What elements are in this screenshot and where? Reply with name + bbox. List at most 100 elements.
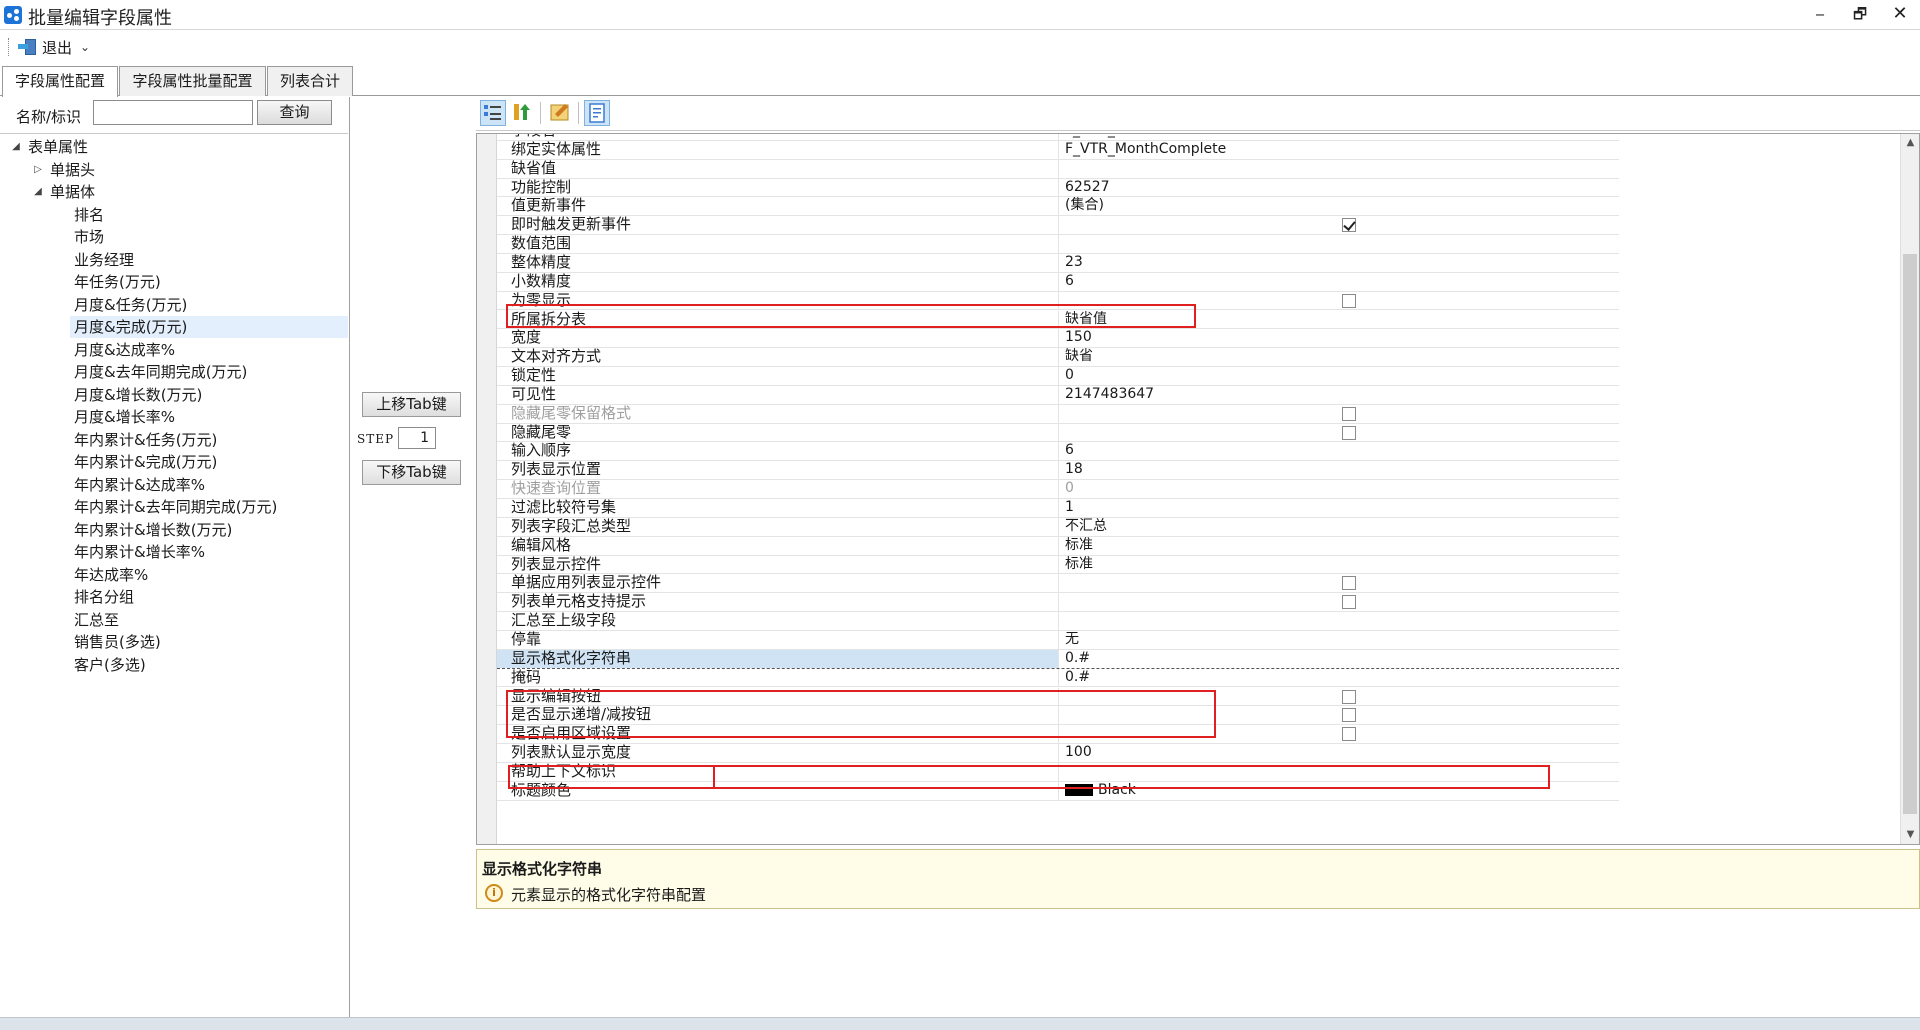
property-row[interactable]: 宽度 150 [497,329,1619,349]
property-row[interactable]: 所属拆分表 缺省值 [497,310,1620,330]
expand-arrow-icon[interactable]: ▷ [32,159,44,181]
property-row[interactable]: 编辑风格 标准 [497,536,1619,556]
property-value[interactable] [1060,235,1620,253]
tree-node[interactable]: ▷ 单据头 [32,159,348,181]
property-checkbox[interactable] [1342,708,1356,723]
property-checkbox[interactable] [1342,576,1356,591]
property-value[interactable]: 6 [1060,442,1620,460]
property-row[interactable]: 显示格式化字符串 0.# [497,649,1620,669]
tree-node[interactable]: 年任务(万元) [70,271,348,293]
property-row[interactable]: 缺省值 [497,159,1620,179]
maximize-button[interactable]: 🗗 [1840,0,1880,30]
property-row[interactable]: 小数精度 6 [497,272,1620,292]
tab-field-property-batch-config[interactable]: 字段属性批量配置 [119,66,266,96]
chevron-down-icon[interactable]: ⌄ [80,40,90,54]
tree-node[interactable]: 市场 [70,226,348,248]
property-value[interactable]: F_VTR_MONTHCOMPLETE [1060,134,1620,140]
property-value[interactable] [1060,688,1620,706]
property-value[interactable] [1060,216,1620,234]
tree-node[interactable]: 年内累计&增长率% [70,541,348,563]
property-row[interactable]: 锁定性 0 [497,367,1619,386]
property-value[interactable]: 无 [1060,631,1620,649]
property-value[interactable] [1060,292,1620,310]
property-value[interactable]: Black [1060,782,1620,800]
property-value[interactable]: 18 [1060,461,1620,479]
property-value[interactable]: (集合) [1060,197,1620,215]
property-row[interactable]: 是否显示递增/减按钮 [497,706,1619,726]
alphabetical-sort-icon[interactable] [510,100,536,126]
move-up-tab-button[interactable]: 上移Tab键 [362,392,461,417]
tab-field-property-config[interactable]: 字段属性配置 [2,66,118,97]
property-row[interactable]: 输入顺序 6 [497,442,1620,462]
property-row[interactable]: 为零显示 [497,291,1620,311]
tree-node[interactable]: 排名分组 [70,586,348,608]
property-value[interactable] [1060,725,1620,743]
property-value[interactable] [1060,612,1620,630]
property-row[interactable]: 帮助上下文标识 [497,762,1620,782]
property-row[interactable]: 停靠无 [497,630,1620,650]
property-checkbox[interactable] [1342,425,1356,440]
property-row[interactable]: 文本对齐方式 缺省 [497,348,1620,368]
tree-node[interactable]: 年内累计&达成率% [70,474,348,496]
property-row[interactable]: 列表字段汇总类型 不汇总 [497,517,1619,537]
tab-list-total[interactable]: 列表合计 [267,66,353,96]
property-row[interactable]: 标题颜色 Black [497,781,1620,801]
property-value[interactable]: 62527 [1060,179,1620,197]
property-checkbox[interactable] [1342,406,1356,421]
close-button[interactable]: ✕ [1880,0,1920,30]
property-row[interactable]: 隐藏尾零保留格式 [497,404,1619,424]
vertical-scrollbar[interactable]: ▲ ▼ [1900,134,1919,844]
property-row[interactable]: 是否启用区域设置 [497,725,1620,745]
search-input[interactable] [93,100,253,125]
tree-node[interactable]: 年达成率% [70,564,348,586]
property-row[interactable]: 快速查询位置 0 [497,480,1619,499]
tree-node[interactable]: 月度&增长率% [70,406,348,428]
search-button[interactable]: 查询 [257,100,332,125]
property-row[interactable]: 列表默认显示宽度 100 [497,744,1619,763]
property-row[interactable]: 字段名 F_VTR_MONTHCOMPLETE [497,134,1620,141]
tree-node[interactable]: 月度&去年同期完成(万元) [70,361,348,383]
property-row[interactable]: 列表单元格支持提示 [497,593,1620,613]
property-value[interactable]: 0.# [1060,650,1620,668]
property-value[interactable] [1060,424,1620,442]
property-row[interactable]: 过滤比较符号集 1 [497,499,1619,518]
tree-node[interactable]: 客户(多选) [70,654,348,676]
tree-node[interactable]: 业务经理 [70,249,348,271]
property-value[interactable]: 1 [1060,499,1620,517]
exit-button[interactable]: 退出 ⌄ [18,36,90,58]
property-checkbox[interactable] [1342,218,1356,233]
tree-node[interactable]: 月度&完成(万元) [70,316,348,338]
property-pages-icon[interactable] [548,100,574,126]
property-value[interactable]: 0 [1060,480,1620,498]
property-value[interactable] [1060,593,1620,611]
property-row[interactable]: 列表显示位置 18 [497,461,1620,481]
tree-node[interactable]: 排名 [70,204,348,226]
property-value[interactable] [1060,574,1620,592]
property-row[interactable]: 列表显示控件 标准 [497,555,1619,575]
property-checkbox[interactable] [1342,595,1356,610]
property-checkbox[interactable] [1342,293,1356,308]
property-row[interactable]: 单据应用列表显示控件 [497,574,1620,594]
tree-node[interactable]: ◢ 单据体 [32,181,348,203]
property-value[interactable]: 6 [1060,273,1620,291]
tree-node[interactable]: 年内累计&增长数(万元) [70,519,348,541]
categorized-view-icon[interactable] [480,100,506,126]
minimize-button[interactable]: ‒ [1800,0,1840,30]
tree-node[interactable]: 年内累计&去年同期完成(万元) [70,496,348,518]
property-row[interactable]: 整体精度 23 [497,253,1619,273]
property-value[interactable]: 2147483647 [1060,386,1620,404]
property-value[interactable]: F_VTR_MonthComplete [1060,141,1620,159]
property-row[interactable]: 即时触发更新事件 [497,216,1620,236]
scrollbar-thumb[interactable] [1903,254,1917,814]
step-input[interactable]: 1 [398,427,436,449]
property-row[interactable]: 绑定实体属性 F_VTR_MonthComplete [497,140,1620,160]
tree-node[interactable]: 销售员(多选) [70,631,348,653]
property-value[interactable] [1060,763,1620,781]
property-value[interactable] [1060,160,1620,178]
tree-node[interactable]: 年内累计&完成(万元) [70,451,348,473]
property-row[interactable]: 汇总至上级字段 [497,612,1619,631]
property-value[interactable]: 缺省 [1060,348,1620,366]
property-value[interactable]: 缺省值 [1060,311,1620,329]
property-checkbox[interactable] [1342,689,1356,704]
property-row[interactable]: 掩码 0.# [497,668,1619,688]
